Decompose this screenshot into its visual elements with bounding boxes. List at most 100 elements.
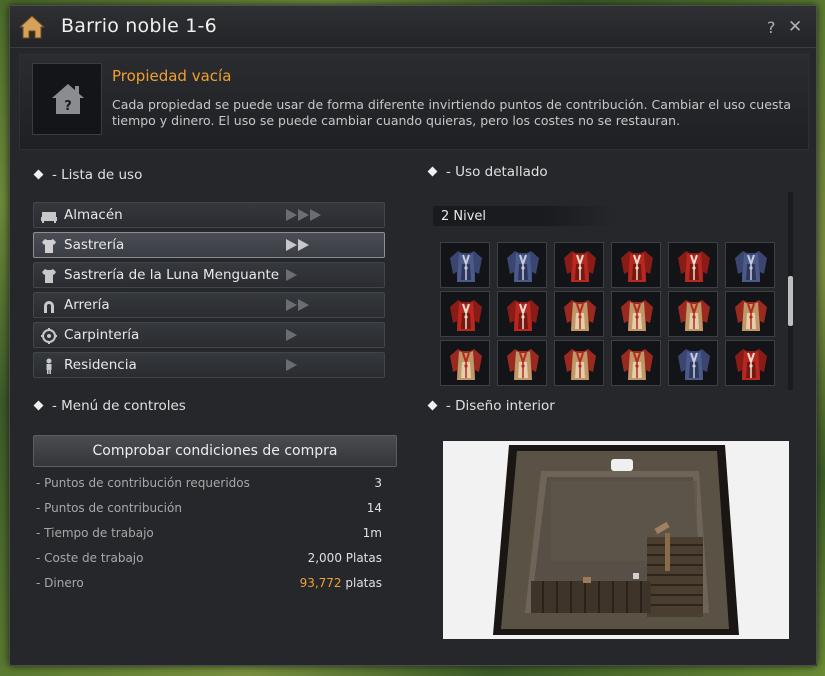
background-scenery-right	[817, 0, 825, 676]
stat-money: - Dinero 93,772 platas	[36, 576, 382, 590]
costume-slot[interactable]	[554, 340, 604, 386]
check-purchase-conditions-button[interactable]: Comprobar condiciones de compra	[33, 435, 397, 467]
shirt-icon	[42, 239, 56, 253]
use-item-arreria[interactable]: Arrería	[33, 292, 385, 318]
use-item-label: Residencia	[64, 357, 137, 373]
costume-slot[interactable]	[725, 242, 775, 288]
costume-slot[interactable]	[611, 340, 661, 386]
costume-icon	[735, 300, 767, 331]
storage-bed-icon	[41, 212, 57, 223]
person-icon	[46, 358, 52, 374]
costume-slot[interactable]	[554, 242, 604, 288]
costume-slot[interactable]	[611, 291, 661, 337]
costume-icon	[507, 349, 539, 380]
costume-icon	[507, 251, 539, 282]
interior-heading: - Diseño interior	[427, 398, 555, 414]
shirt-icon	[42, 269, 56, 283]
arrow-icon	[286, 239, 297, 251]
costume-icon	[564, 251, 596, 282]
costume-icon	[735, 251, 767, 282]
level-arrows	[286, 209, 321, 223]
property-title: Propiedad vacía	[112, 67, 232, 85]
stat-work-time: - Tiempo de trabajo 1m	[36, 526, 382, 540]
stat-contribution-points: - Puntos de contribución 14	[36, 501, 382, 515]
costume-slot[interactable]	[440, 242, 490, 288]
property-window: Barrio noble 1-6 ? ✕ ? Propiedad vacía C…	[9, 5, 817, 666]
costume-slot[interactable]	[611, 242, 661, 288]
level-arrows	[286, 269, 297, 283]
costume-slot[interactable]	[497, 242, 547, 288]
use-item-label: Almacén	[64, 207, 123, 223]
scrollbar-thumb[interactable]	[788, 276, 793, 326]
arrow-icon	[298, 239, 309, 251]
arrow-icon	[298, 209, 309, 221]
costume-icon	[678, 251, 710, 282]
money-unit: platas	[341, 576, 382, 590]
use-list-heading: - Lista de uso	[33, 167, 142, 183]
use-item-label: Sastrería de la Luna Menguante	[64, 267, 280, 283]
costume-slot[interactable]	[440, 340, 490, 386]
level-arrows	[286, 359, 297, 373]
use-item-label: Carpintería	[64, 327, 140, 343]
arrow-icon	[298, 299, 309, 311]
diamond-bullet-icon	[33, 400, 44, 411]
property-header: ? Propiedad vacía Cada propiedad se pued…	[19, 54, 809, 150]
costume-icon	[450, 300, 482, 331]
costume-icon	[564, 349, 596, 380]
level-arrows	[286, 299, 309, 313]
costume-icon	[450, 251, 482, 282]
arrow-icon	[286, 359, 297, 371]
horseshoe-icon	[44, 301, 54, 313]
room-floorplan	[493, 445, 739, 635]
background-scenery-bottom	[0, 666, 825, 676]
costume-icon	[621, 300, 653, 331]
costume-slot[interactable]	[554, 291, 604, 337]
arrow-icon	[286, 329, 297, 341]
arrow-icon	[286, 209, 297, 221]
arrow-icon	[286, 299, 297, 311]
use-item-label: Arrería	[64, 297, 110, 313]
level-label: 2 Nivel	[441, 209, 487, 224]
window-title: Barrio noble 1-6	[61, 15, 217, 37]
diamond-bullet-icon	[427, 166, 438, 177]
stat-required-contribution: - Puntos de contribución requeridos 3	[36, 476, 382, 490]
costume-icon	[621, 349, 653, 380]
costume-icon	[621, 251, 653, 282]
stat-work-cost: - Coste de trabajo 2,000 Platas	[36, 551, 382, 565]
diamond-bullet-icon	[427, 400, 438, 411]
gear-icon	[41, 328, 57, 344]
costume-slot[interactable]	[440, 291, 490, 337]
costume-slot[interactable]	[497, 340, 547, 386]
use-item-label: Sastrería	[64, 237, 125, 253]
arrow-icon	[286, 269, 297, 281]
use-item-almacen[interactable]: Almacén	[33, 202, 385, 228]
property-description: Cada propiedad se puede usar de forma di…	[112, 97, 791, 128]
arrow-icon	[310, 209, 321, 221]
costume-slot[interactable]	[668, 340, 718, 386]
costume-icon	[678, 300, 710, 331]
house-icon	[18, 15, 46, 39]
use-item-sastreria[interactable]: Sastrería	[33, 232, 385, 258]
interior-layout-image	[443, 441, 789, 639]
costume-slot[interactable]	[725, 340, 775, 386]
detail-heading: - Uso detallado	[427, 164, 548, 180]
money-amount: 93,772	[299, 576, 342, 590]
close-button[interactable]: ✕	[788, 17, 802, 37]
use-item-sastreria-luna-menguante[interactable]: Sastrería de la Luna Menguante	[33, 262, 385, 288]
costume-slot[interactable]	[668, 242, 718, 288]
use-item-residencia[interactable]: Residencia	[33, 352, 385, 378]
costume-icon	[564, 300, 596, 331]
level-arrows	[286, 329, 297, 343]
svg-text:?: ?	[64, 99, 72, 114]
level-arrows	[286, 239, 309, 253]
costume-slot[interactable]	[497, 291, 547, 337]
costume-icon	[507, 300, 539, 331]
costume-icon	[678, 349, 710, 380]
costume-slot[interactable]	[668, 291, 718, 337]
costume-slot[interactable]	[725, 291, 775, 337]
controls-heading: - Menú de controles	[33, 398, 186, 414]
use-item-carpinteria[interactable]: Carpintería	[33, 322, 385, 348]
house-question-icon: ?	[52, 84, 84, 114]
window-titlebar[interactable]: Barrio noble 1-6 ? ✕	[10, 6, 816, 48]
help-button[interactable]: ?	[767, 18, 776, 37]
